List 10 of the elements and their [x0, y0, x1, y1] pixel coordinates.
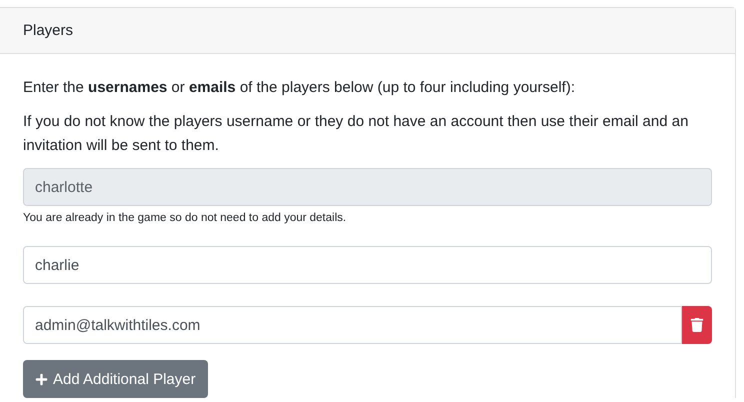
add-player-button[interactable]: Add Additional Player	[23, 360, 208, 398]
player-field[interactable]: admin@talkwithtiles.com	[23, 306, 682, 344]
note-text: If you do not know the players username or they do not have an account then use their email and an invitation will be sent to them.	[23, 112, 690, 156]
card-header: Players	[0, 8, 735, 54]
instructions-text: Enter the usernames or emails of the players below (up to four including yourself):	[23, 78, 576, 98]
help-text: You are already in the game so do not need to add your details.	[23, 212, 348, 224]
player-field[interactable]: charlie	[23, 246, 712, 284]
delete-button[interactable]	[682, 306, 712, 344]
trash-icon	[690, 318, 704, 332]
plus-icon	[35, 372, 48, 386]
